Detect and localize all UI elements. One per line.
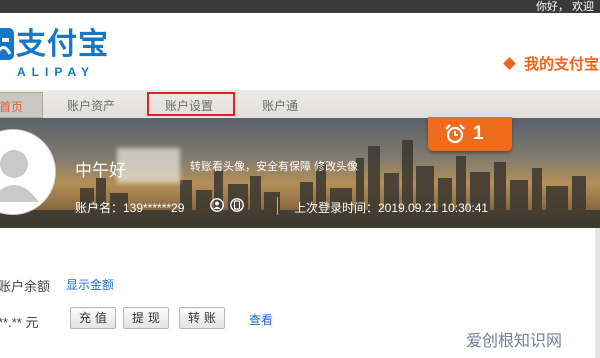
recharge-button[interactable]: 充 值 — [70, 307, 116, 329]
top-bar: 你好， 欢迎 — [0, 0, 600, 13]
nav-tab-assets[interactable]: 账户资产 — [67, 97, 115, 114]
user-avatar-icon[interactable] — [210, 198, 224, 212]
nav-tab-account-link[interactable]: 账户通 — [262, 97, 298, 114]
avatar-tip[interactable]: 转账看头像，安全有保障 修改头像 — [190, 158, 358, 174]
my-alipay-label: 我的支付宝 — [524, 56, 600, 73]
right-panel-edge — [595, 228, 600, 358]
user-greeting-name: 中午好 — [75, 161, 126, 180]
phone-bind-icon[interactable] — [230, 198, 244, 212]
alarm-clock-icon — [445, 124, 465, 144]
transfer-button[interactable]: 转 账 — [179, 307, 225, 329]
diamond-bullet-icon — [503, 57, 516, 70]
alipay-logo-icon[interactable] — [0, 28, 14, 60]
balance-amount: **.** 元 — [0, 315, 39, 330]
greeting-text: 你好， 欢迎 — [535, 1, 594, 13]
name-privacy-blur — [117, 148, 180, 183]
banner-divider — [277, 197, 278, 215]
nav-tab-home-label: 首页 — [0, 100, 24, 114]
nav-tab-home[interactable]: 首页 — [0, 92, 43, 118]
settings-highlight-box — [147, 92, 235, 116]
reminder-count: 1 — [473, 123, 484, 144]
watermark-text: 爱创根知识网 — [466, 331, 563, 350]
logo-text-en: ALIPAY — [17, 65, 96, 79]
last-login-time: 上次登录时间：2019.09.21 10:30:41 — [294, 201, 489, 215]
logo-text-cn[interactable]: 支付宝 — [16, 28, 109, 62]
show-amount-link[interactable]: 显示金额 — [66, 276, 114, 293]
reminder-badge[interactable]: 1 — [428, 117, 512, 151]
my-alipay-link[interactable]: 我的支付宝 — [503, 53, 600, 74]
site-header: 支付宝 ALIPAY 我的支付宝 — [0, 13, 600, 90]
view-link[interactable]: 查看 — [249, 311, 273, 328]
balance-label: 账户余额 — [0, 279, 51, 294]
main-nav: 首页 账户资产 账户设置 账户通 — [0, 90, 600, 118]
withdraw-button[interactable]: 提 现 — [123, 307, 169, 329]
account-name: 账户名：139******29 — [75, 201, 185, 215]
